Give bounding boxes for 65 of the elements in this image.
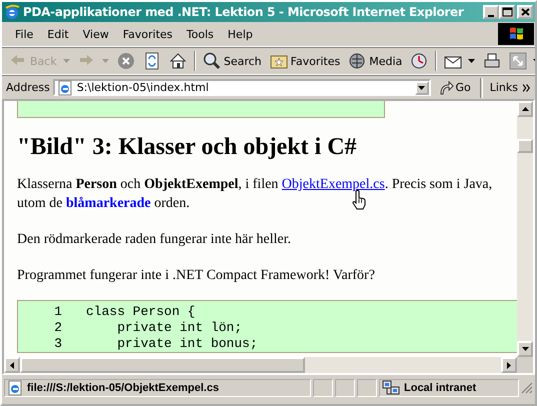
scrollbar-thumb[interactable] [20,357,305,373]
resize-grip-icon [521,382,533,394]
window-title: PDA-applikationer med .NET: Lektion 5 - Microsoft Internet Explorer [23,5,465,19]
links-button[interactable]: Links [488,81,520,94]
search-button[interactable]: Search [200,50,265,72]
file-link[interactable]: ObjektExempel.cs [282,177,385,192]
printer-icon [483,52,502,70]
dropdown-arrow-icon [102,59,109,63]
window-icon [509,52,528,70]
vertical-scrollbar[interactable] [517,101,533,357]
code-line: private int lön; [116,320,242,336]
refresh-icon [142,52,161,70]
scroll-up-icon [522,107,528,111]
page-icon [56,80,73,96]
ie-icon [4,4,20,20]
line-number: 3 [53,336,62,352]
line-number: 2 [53,320,62,336]
paragraph: Klasserna Person och ObjektExempel, i filen ObjektExempel.cs. Precis som i Java, utom de blåmarkerade orden. [17,176,494,213]
status-text: file:///S:/lektion-05/ObjektExempel.cs [27,382,219,394]
line-number: 1 [53,304,62,320]
scroll-right-icon [507,362,511,368]
page-heading: "Bild" 3: Klasser och objekt i C# [17,134,358,161]
minimize-icon [488,14,494,16]
status-panel [335,379,355,397]
paragraph: Den rödmarkerade raden fungerar inte här heller. [17,231,292,249]
maximize-icon [500,5,514,19]
go-arrow-icon [438,80,454,96]
dropdown-arrow-icon [62,59,70,63]
maximize-button[interactable] [499,5,515,19]
clock-icon [410,52,428,70]
dropdown-button[interactable] [414,80,429,94]
paragraph: Programmet fungerar inte i .NET Compact Framework! Varför? [17,267,376,285]
chevron-icon [522,84,531,92]
scroll-left-icon [10,362,14,368]
zone-text: Local intranet [404,382,476,394]
stop-icon [116,52,135,70]
media-button[interactable]: Media [345,50,406,72]
caret-icon [418,86,426,90]
hand-cursor-icon [352,190,366,210]
menu-item[interactable]: Favorites [116,28,180,40]
go-button[interactable]: Go [434,80,475,96]
status-panel [313,379,333,397]
search-icon [202,52,221,70]
menu-item[interactable]: Edit [40,28,76,40]
menu-item[interactable]: Tools [180,28,221,40]
code-line: class Person { [86,304,196,320]
code-line: private int bonus; [116,336,258,352]
address-field[interactable]: S:\lektion-05\index.html [52,79,431,96]
dropdown-arrow-icon [468,59,476,63]
scrollbar-thumb[interactable] [517,139,533,153]
address-label: Address [6,81,50,94]
minimize-button[interactable] [483,5,499,19]
network-icon [382,380,400,396]
home-icon [168,52,187,70]
favorites-button[interactable]: Favorites [266,50,344,72]
scroll-down-icon [522,347,528,351]
menu-item[interactable]: View [76,28,116,40]
status-panel [357,379,377,397]
windows-logo-icon [498,23,534,45]
horizontal-scrollbar[interactable] [4,357,517,373]
menu-item[interactable]: File [8,28,40,40]
globe-icon [348,52,366,70]
close-button[interactable] [517,5,533,19]
menu-item[interactable]: Help [220,28,260,40]
scrollbar-corner [517,357,533,373]
